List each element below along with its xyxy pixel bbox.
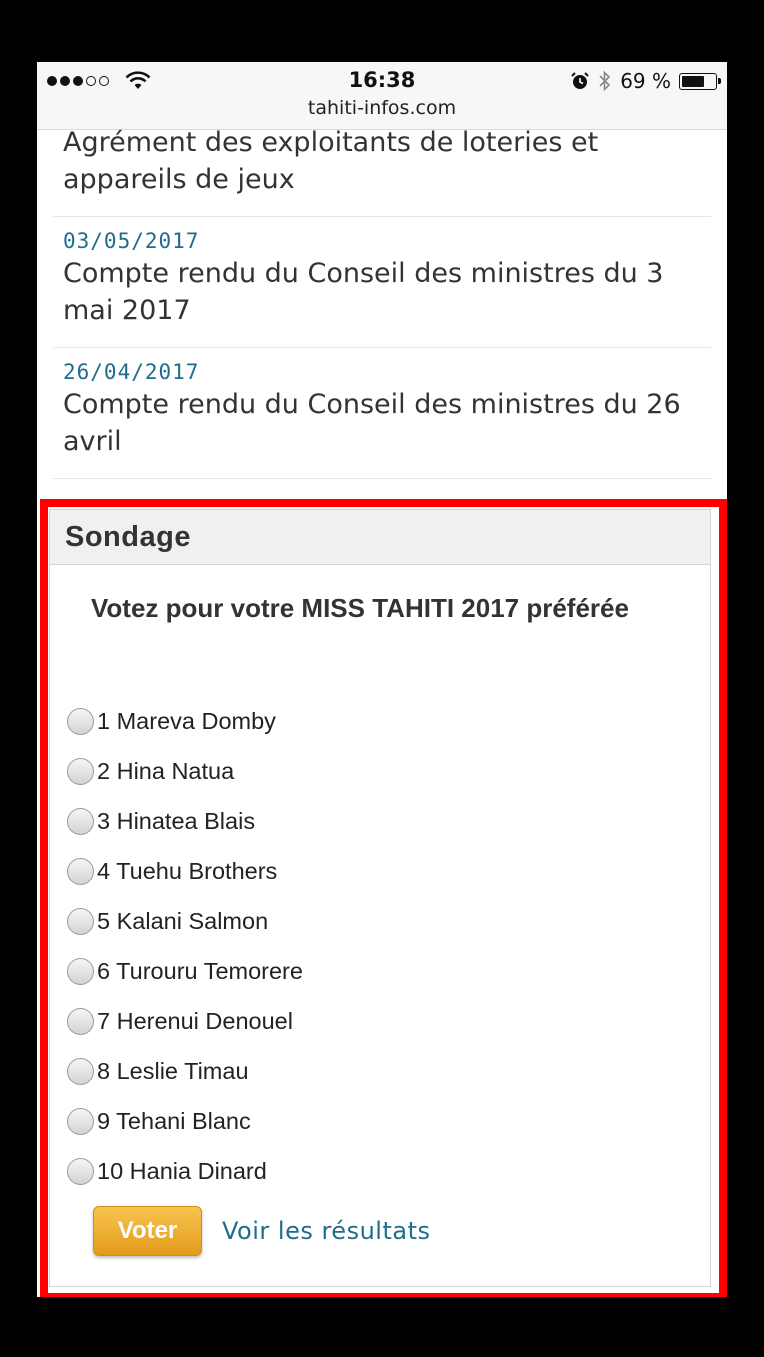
poll-option[interactable]: 3 Hinatea Blais [67,796,303,846]
status-right: 69 % [570,69,721,93]
radio-button[interactable] [67,807,94,835]
poll-option[interactable]: 4 Tuehu Brothers [67,846,303,896]
option-label: 6 Turouru Temorere [97,957,303,984]
poll-options: 1 Mareva Domby 2 Hina Natua 3 Hinatea Bl… [67,696,303,1196]
option-label: 9 Tehani Blanc [97,1107,251,1134]
radio-button[interactable] [67,707,94,735]
poll-option[interactable]: 9 Tehani Blanc [67,1096,303,1146]
article-item[interactable]: 03/05/2017 Compte rendu du Conseil des m… [53,217,711,348]
view-results-link[interactable]: Voir les résultats [222,1217,431,1245]
alarm-clock-icon [571,72,589,89]
radio-button[interactable] [67,1007,94,1035]
radio-button[interactable] [67,957,94,985]
article-date: 03/05/2017 [63,229,200,253]
article-title[interactable]: Compte rendu du Conseil des ministres du… [63,255,701,329]
poll-option[interactable]: 5 Kalani Salmon [67,896,303,946]
radio-button[interactable] [67,857,94,885]
bluetooth-icon [599,70,611,92]
radio-button[interactable] [67,1157,94,1185]
article-date: 26/04/2017 [63,360,200,384]
option-label: 3 Hinatea Blais [97,807,256,834]
poll-actions: Voter Voir les résultats [93,1206,431,1256]
poll-option[interactable]: 2 Hina Natua [67,746,303,796]
battery-icon [679,72,721,90]
radio-button[interactable] [67,1107,94,1135]
battery-percentage: 69 % [620,69,671,93]
poll-header: Sondage [50,510,710,565]
poll-widget: Sondage Votez pour votre MISS TAHITI 201… [49,509,711,1287]
status-bar: 16:38 tahiti-infos.com 69 % [37,62,727,130]
article-title[interactable]: Agrément des exploitants de loteries et … [63,124,701,198]
radio-button[interactable] [67,757,94,785]
poll-option[interactable]: 7 Herenui Denouel [67,996,303,1046]
poll-question: Votez pour votre MISS TAHITI 2017 préfér… [91,593,629,623]
phone-screen: 16:38 tahiti-infos.com 69 % Agrément des… [37,62,727,1297]
option-label: 5 Kalani Salmon [97,907,269,934]
article-title[interactable]: Compte rendu du Conseil des ministres du… [63,386,701,460]
option-label: 10 Hania Dinard [97,1157,267,1184]
article-item[interactable]: 26/04/2017 Compte rendu du Conseil des m… [53,348,711,479]
option-label: 2 Hina Natua [97,757,235,784]
vote-button[interactable]: Voter [93,1206,202,1256]
poll-option[interactable]: 6 Turouru Temorere [67,946,303,996]
battery-fill [682,75,705,87]
option-label: 7 Herenui Denouel [97,1007,293,1034]
radio-button[interactable] [67,907,94,935]
article-item[interactable]: Agrément des exploitants de loteries et … [53,122,711,217]
poll-option[interactable]: 8 Leslie Timau [67,1046,303,1096]
poll-option[interactable]: 10 Hania Dinard [67,1146,303,1196]
radio-button[interactable] [67,1057,94,1085]
poll-option[interactable]: 1 Mareva Domby [67,696,303,746]
option-label: 8 Leslie Timau [97,1057,249,1084]
article-list: Agrément des exploitants de loteries et … [37,122,727,479]
option-label: 1 Mareva Domby [97,707,276,734]
page-url[interactable]: tahiti-infos.com [37,97,727,119]
option-label: 4 Tuehu Brothers [97,857,278,884]
